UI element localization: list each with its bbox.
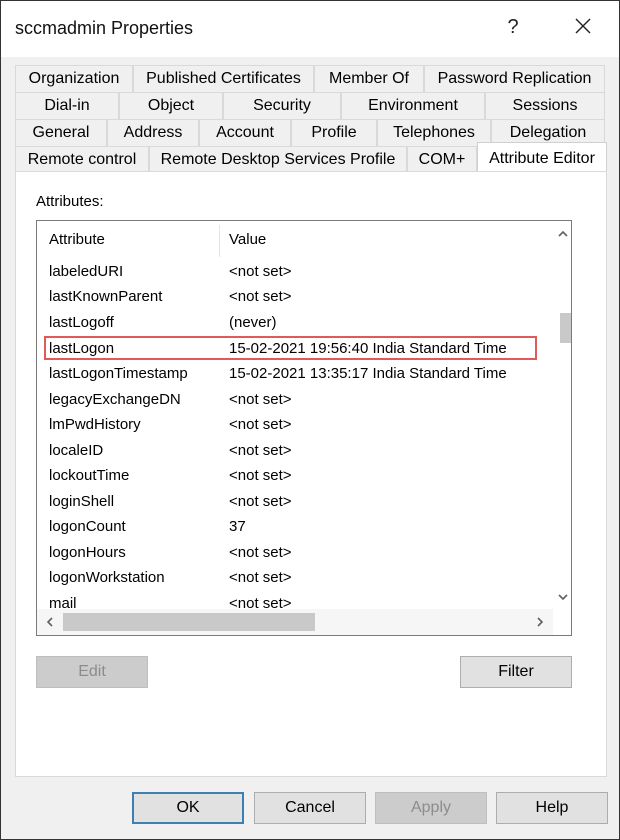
- tab-sessions[interactable]: Sessions: [485, 92, 605, 119]
- tab-attribute-editor[interactable]: Attribute Editor: [477, 142, 607, 173]
- attribute-value: <not set>: [229, 416, 292, 433]
- tab-password-replication[interactable]: Password Replication: [424, 65, 605, 92]
- table-row[interactable]: lastKnownParent <not set>: [37, 284, 543, 309]
- scroll-up-icon[interactable]: [556, 227, 570, 241]
- tab-published-certificates[interactable]: Published Certificates: [133, 65, 314, 92]
- table-row[interactable]: logonCount 37: [37, 514, 543, 539]
- help-button[interactable]: Help: [496, 792, 608, 824]
- table-row[interactable]: loginShell <not set>: [37, 489, 543, 514]
- tab-general[interactable]: General: [15, 119, 107, 146]
- cancel-button[interactable]: Cancel: [254, 792, 366, 824]
- tab-profile[interactable]: Profile: [291, 119, 377, 146]
- tab-environment[interactable]: Environment: [341, 92, 485, 119]
- horizontal-scroll-thumb[interactable]: [63, 613, 315, 631]
- attribute-value: <not set>: [229, 391, 292, 408]
- attribute-value: 37: [229, 518, 246, 535]
- attribute-value: <not set>: [229, 493, 292, 510]
- attribute-editor-panel: Attributes: Attribute Value labeledURI <…: [15, 171, 607, 777]
- attribute-value: <not set>: [229, 544, 292, 561]
- attributes-list[interactable]: Attribute Value labeledURI <not set> las…: [36, 220, 572, 636]
- tab-address[interactable]: Address: [107, 119, 199, 146]
- attribute-name: loginShell: [49, 493, 115, 510]
- table-row[interactable]: localeID <not set>: [37, 438, 543, 463]
- attribute-value: <not set>: [229, 442, 292, 459]
- attribute-value: <not set>: [229, 569, 292, 586]
- table-row[interactable]: legacyExchangeDN <not set>: [37, 387, 543, 412]
- table-row[interactable]: lockoutTime <not set>: [37, 463, 543, 488]
- column-header-attribute[interactable]: Attribute: [49, 221, 105, 259]
- tab-security[interactable]: Security: [223, 92, 341, 119]
- table-row[interactable]: labeledURI <not set>: [37, 259, 543, 284]
- window-title: sccmadmin Properties: [15, 18, 194, 38]
- attribute-name: logonWorkstation: [49, 569, 165, 586]
- scroll-left-icon[interactable]: [43, 615, 57, 629]
- help-title-button[interactable]: ?: [497, 13, 529, 41]
- table-row[interactable]: lastLogonTimestamp 15-02-2021 13:35:17 I…: [37, 361, 543, 386]
- attribute-name: lastLogonTimestamp: [49, 365, 188, 382]
- column-separator[interactable]: [219, 225, 220, 257]
- tab-telephones[interactable]: Telephones: [377, 119, 491, 146]
- tab-remote-desktop-services-profile[interactable]: Remote Desktop Services Profile: [149, 146, 407, 173]
- attribute-name: logonHours: [49, 544, 126, 561]
- attribute-value: <not set>: [229, 263, 292, 280]
- ok-button[interactable]: OK: [132, 792, 244, 824]
- attribute-value: <not set>: [229, 288, 292, 305]
- edit-button[interactable]: Edit: [36, 656, 148, 688]
- scroll-right-icon[interactable]: [533, 615, 547, 629]
- apply-button[interactable]: Apply: [375, 792, 487, 824]
- attribute-value: 15-02-2021 19:56:40 India Standard Time: [229, 340, 507, 357]
- tab-organization[interactable]: Organization: [15, 65, 133, 92]
- table-row[interactable]: logonHours <not set>: [37, 540, 543, 565]
- tab-remote-control[interactable]: Remote control: [15, 146, 149, 173]
- table-row[interactable]: lastLogoff (never): [37, 310, 543, 335]
- tab-com-plus[interactable]: COM+: [407, 146, 477, 173]
- attribute-value: (never): [229, 314, 277, 331]
- vertical-scroll-thumb[interactable]: [560, 313, 571, 343]
- scroll-down-icon[interactable]: [556, 590, 570, 604]
- attribute-name: lmPwdHistory: [49, 416, 141, 433]
- vertical-scrollbar[interactable]: [553, 221, 571, 618]
- attribute-name: lockoutTime: [49, 467, 130, 484]
- attribute-value: <not set>: [229, 467, 292, 484]
- table-row[interactable]: logonWorkstation <not set>: [37, 565, 543, 590]
- close-button[interactable]: [567, 13, 599, 41]
- attribute-name: labeledURI: [49, 263, 124, 280]
- attributes-label: Attributes:: [36, 193, 104, 210]
- column-header-value[interactable]: Value: [229, 221, 266, 259]
- attribute-value: 15-02-2021 13:35:17 India Standard Time: [229, 365, 507, 382]
- attribute-name: localeID: [49, 442, 104, 459]
- table-row-last-logon[interactable]: lastLogon 15-02-2021 19:56:40 India Stan…: [37, 336, 543, 361]
- title-bar: sccmadmin Properties ?: [1, 1, 619, 57]
- attribute-name: lastKnownParent: [49, 288, 163, 305]
- attribute-name: lastLogoff: [49, 314, 114, 331]
- attribute-name: lastLogon: [49, 340, 115, 357]
- properties-dialog: sccmadmin Properties ? Organization Publ…: [0, 0, 620, 840]
- tab-object[interactable]: Object: [119, 92, 223, 119]
- tab-dial-in[interactable]: Dial-in: [15, 92, 119, 119]
- attribute-name: logonCount: [49, 518, 126, 535]
- close-icon: [575, 18, 591, 34]
- attribute-name: legacyExchangeDN: [49, 391, 181, 408]
- tab-account[interactable]: Account: [199, 119, 291, 146]
- table-row[interactable]: lmPwdHistory <not set>: [37, 412, 543, 437]
- filter-button[interactable]: Filter: [460, 656, 572, 688]
- tab-member-of[interactable]: Member Of: [314, 65, 424, 92]
